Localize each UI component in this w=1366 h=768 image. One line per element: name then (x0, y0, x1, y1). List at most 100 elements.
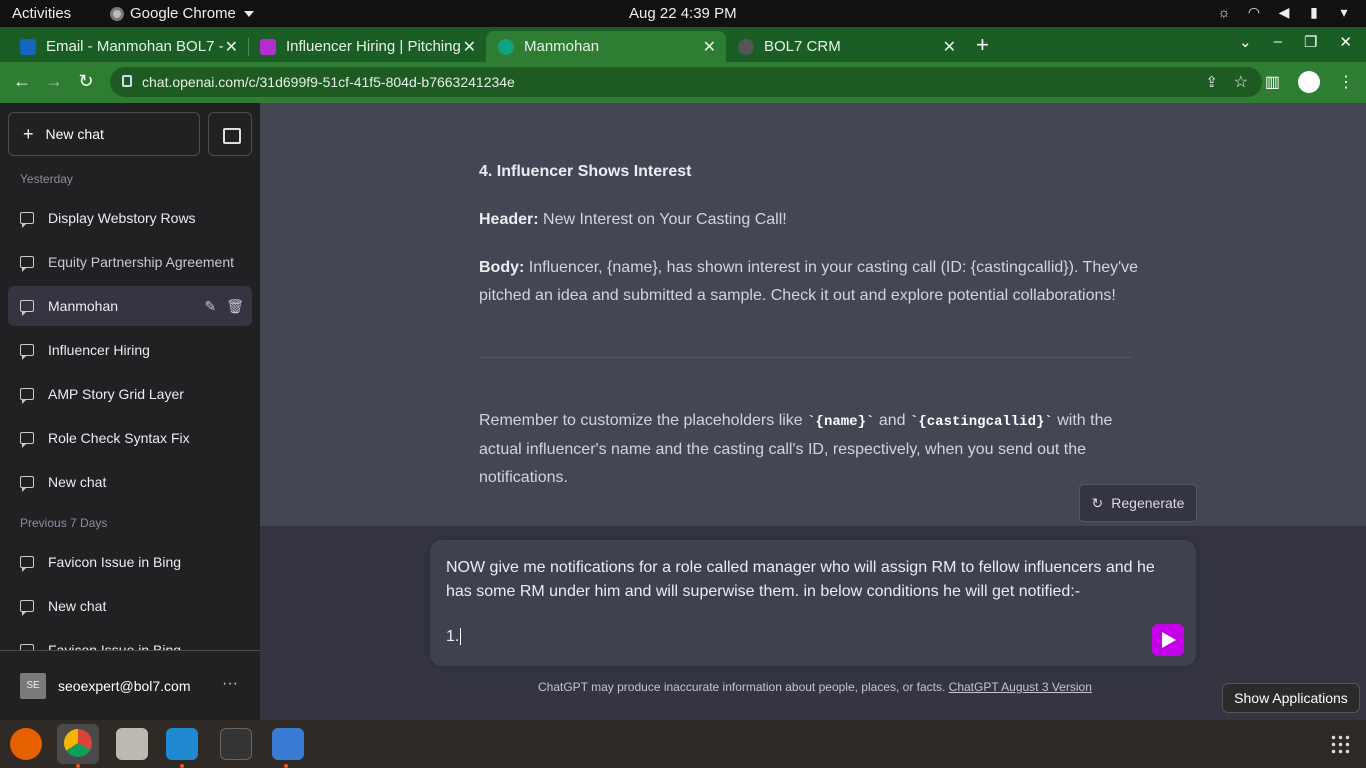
more-options-icon[interactable]: ··· (222, 675, 238, 693)
url-text[interactable]: chat.openai.com/c/31d699f9-51cf-41f5-804… (142, 74, 515, 90)
tab-search-icon[interactable]: ⌄ (1239, 33, 1252, 51)
address-bar[interactable]: chat.openai.com/c/31d699f9-51cf-41f5-804… (110, 67, 1262, 97)
edit-pencil-icon[interactable]: ✎ (204, 298, 216, 315)
tab-title: Manmohan (524, 38, 600, 55)
system-tray[interactable]: ☼ ◠ ◀ ▮ ▾ (1216, 4, 1352, 20)
system-top-bar: Activities Google Chrome Aug 22 4:39 PM … (0, 0, 1366, 27)
send-button[interactable] (1152, 624, 1184, 656)
close-icon[interactable]: ✕ (463, 37, 476, 57)
tab-influencer-hiring[interactable]: Influencer Hiring | Pitching ✕ (248, 31, 486, 62)
openai-icon (498, 38, 514, 55)
side-panel-icon[interactable]: ▥ (1265, 72, 1280, 92)
back-icon[interactable]: ← (11, 71, 33, 92)
new-tab-button[interactable]: + (976, 32, 989, 58)
conversation-item[interactable]: New chat (8, 586, 252, 626)
clock[interactable]: Aug 22 4:39 PM (629, 5, 737, 22)
prompt-textarea[interactable]: NOW give me notifications for a role cal… (430, 540, 1196, 666)
new-chat-button[interactable]: + New chat (8, 112, 200, 156)
regenerate-button[interactable]: ↻ Regenerate (1079, 484, 1197, 522)
conversation-actions: ✎ 🗑 (204, 298, 244, 315)
browser-toolbar: ← → ↻ chat.openai.com/c/31d699f9-51cf-41… (0, 62, 1366, 103)
conversation-title: Role Check Syntax Fix (48, 430, 190, 446)
show-applications-icon[interactable] (1330, 734, 1350, 754)
conversation-item[interactable]: Favicon Issue in Bing (8, 542, 252, 582)
conversation-title: Manmohan (48, 298, 119, 314)
battery-icon: ▮ (1310, 4, 1318, 20)
tab-manmohan[interactable]: Manmohan ✕ (486, 31, 726, 62)
window-controls: ⌄ – ❐ ✕ (1239, 33, 1352, 51)
minimize-icon[interactable]: – (1274, 33, 1282, 51)
wifi-icon: ◠ (1247, 4, 1261, 20)
chrome-icon (64, 729, 92, 757)
trash-icon[interactable]: 🗑 (226, 298, 244, 315)
chrome-icon (110, 6, 124, 21)
message-icon (20, 556, 34, 572)
share-icon[interactable]: ⇪ (1205, 73, 1218, 91)
remember-text-2: and (874, 412, 910, 429)
prompt-text[interactable]: NOW give me notifications for a role cal… (446, 556, 1166, 604)
new-chat-label: New chat (45, 126, 104, 142)
restore-icon[interactable]: ❐ (1304, 33, 1317, 51)
conversation-item[interactable]: Influencer Hiring (8, 330, 252, 370)
tab-title: BOL7 CRM (764, 38, 841, 55)
close-icon[interactable]: ✕ (703, 37, 716, 57)
lock-icon[interactable] (122, 75, 132, 87)
app-menu[interactable]: Google Chrome (110, 5, 254, 22)
vscode-icon[interactable] (166, 728, 198, 760)
bookmark-star-icon[interactable]: ☆ (1234, 72, 1248, 92)
conversation-title: AMP Story Grid Layer (48, 386, 184, 402)
outlook-icon (20, 38, 36, 55)
chrome-menu-icon[interactable]: ⋮ (1338, 72, 1354, 92)
conversation-title: Influencer Hiring (48, 342, 150, 358)
activities-button[interactable]: Activities (12, 5, 71, 22)
close-icon[interactable]: ✕ (225, 37, 238, 57)
plus-icon: + (23, 123, 34, 144)
tab-strip: Email - Manmohan BOL7 - ✕ Influencer Hir… (0, 27, 1366, 62)
conversation-item[interactable]: Role Check Syntax Fix (8, 418, 252, 458)
dock (0, 720, 1366, 768)
running-indicator (180, 764, 184, 768)
app-menu-label: Google Chrome (130, 5, 236, 22)
chrome-dock-slot[interactable] (57, 724, 99, 764)
chat-sidebar: + New chat Yesterday Display Webstory Ro… (0, 103, 260, 720)
group-label-yesterday: Yesterday (20, 172, 73, 186)
forward-icon[interactable]: → (43, 71, 65, 92)
sidebar-toggle-button[interactable] (208, 112, 252, 156)
conversation-item[interactable]: Equity Partnership Agreement (8, 242, 252, 282)
placeholder-castingcallid-code: `{castingcallid}` (909, 414, 1053, 430)
refresh-icon: ↻ (1091, 494, 1104, 511)
message-icon (20, 600, 34, 616)
files-icon[interactable] (116, 728, 148, 760)
conversation-item-selected[interactable]: Manmohan ✎ 🗑 (8, 286, 252, 326)
terminal-icon[interactable] (220, 728, 252, 760)
firefox-icon[interactable] (10, 728, 42, 760)
close-icon[interactable]: ✕ (943, 37, 956, 57)
running-indicator (284, 764, 288, 768)
chat-main: 4. Influencer Shows Interest Header: New… (260, 103, 1366, 720)
tab-email[interactable]: Email - Manmohan BOL7 - ✕ (8, 31, 248, 62)
tab-bol7-crm[interactable]: BOL7 CRM ✕ (726, 31, 966, 62)
message-icon (20, 476, 34, 492)
message-icon (20, 388, 34, 404)
version-link[interactable]: ChatGPT August 3 Version (949, 680, 1092, 694)
avatar: SE (20, 673, 46, 699)
disclaimer-text: ChatGPT may produce inaccurate informati… (538, 680, 949, 694)
crm-favicon-icon (738, 38, 754, 55)
account-menu[interactable]: SE seoexpert@bol7.com ··· (0, 650, 260, 720)
conversation-item[interactable]: New chat (8, 462, 252, 502)
reload-icon[interactable]: ↻ (75, 71, 97, 92)
message-icon (20, 432, 34, 448)
profile-avatar-icon[interactable] (1298, 71, 1320, 93)
conversation-item[interactable]: Display Webstory Rows (8, 198, 252, 238)
conversation-item[interactable]: AMP Story Grid Layer (8, 374, 252, 414)
prompt-text-line-2[interactable]: 1. (446, 628, 462, 646)
conversation-title: Equity Partnership Agreement (48, 254, 234, 270)
section-heading: 4. Influencer Shows Interest (479, 163, 692, 180)
caret-down-icon (243, 10, 254, 17)
app-favicon-icon (260, 38, 276, 55)
text-editor-icon[interactable] (272, 728, 304, 760)
regenerate-label: Regenerate (1111, 495, 1185, 511)
divider (479, 357, 1131, 358)
close-window-icon[interactable]: ✕ (1339, 33, 1352, 51)
tab-title: Email - Manmohan BOL7 - (46, 38, 224, 55)
